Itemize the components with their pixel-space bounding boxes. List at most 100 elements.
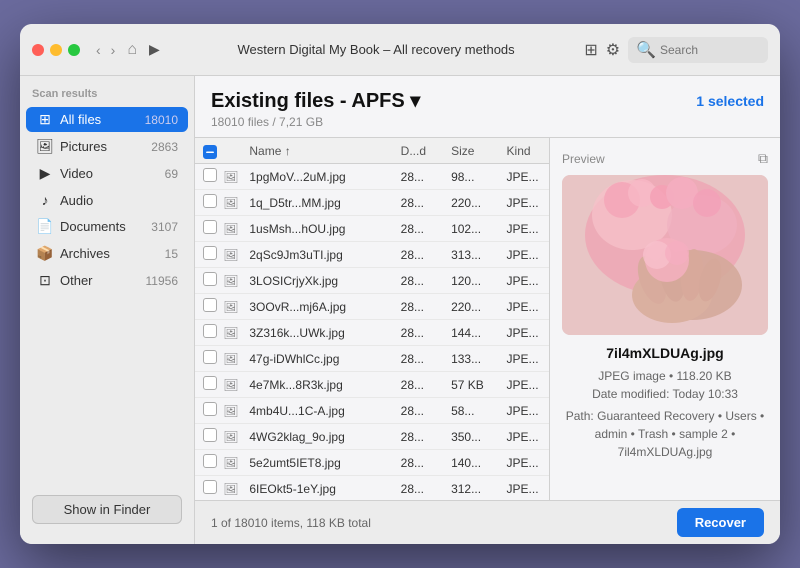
table-row[interactable]: 🖼 2qSc9Jm3uTI.jpg 28... 313... JPE... xyxy=(195,242,549,268)
table-row[interactable]: 🖼 4e7Mk...8R3k.jpg 28... 57 KB JPE... xyxy=(195,372,549,398)
row-checkbox[interactable] xyxy=(203,480,217,494)
row-checkbox-cell[interactable] xyxy=(195,190,221,216)
row-checkbox[interactable] xyxy=(203,376,217,390)
row-checkbox-cell[interactable] xyxy=(195,346,221,372)
search-input[interactable] xyxy=(660,43,760,57)
row-checkbox[interactable] xyxy=(203,428,217,442)
file-panel: Name ↑ D...d Size Kind 🖼 1pgMoV...2uM.jp… xyxy=(195,138,780,500)
sidebar-item-other[interactable]: ⊡ Other 11956 xyxy=(26,268,188,293)
file-icon-cell: 🖼 xyxy=(221,190,241,216)
table-row[interactable]: 🖼 4mb4U...1C-A.jpg 28... 58... JPE... xyxy=(195,398,549,424)
row-checkbox[interactable] xyxy=(203,168,217,182)
file-date: 28... xyxy=(393,190,443,216)
file-date: 28... xyxy=(393,164,443,190)
close-button[interactable] xyxy=(32,44,44,56)
file-name[interactable]: 1pgMoV...2uM.jpg xyxy=(241,164,392,190)
row-checkbox-cell[interactable] xyxy=(195,216,221,242)
sidebar-item-pictures[interactable]: 🖼 Pictures 2863 xyxy=(26,134,188,159)
row-checkbox[interactable] xyxy=(203,324,217,338)
maximize-button[interactable] xyxy=(68,44,80,56)
sidebar-item-audio[interactable]: ♪ Audio xyxy=(26,188,188,212)
col-header-icon xyxy=(221,138,241,164)
row-checkbox[interactable] xyxy=(203,272,217,286)
file-list-container[interactable]: Name ↑ D...d Size Kind 🖼 1pgMoV...2uM.jp… xyxy=(195,138,550,500)
row-checkbox[interactable] xyxy=(203,220,217,234)
file-type-icon: 🖼 xyxy=(223,274,238,288)
file-name[interactable]: 1q_D5tr...MM.jpg xyxy=(241,190,392,216)
col-header-size[interactable]: Size xyxy=(443,138,498,164)
row-checkbox-cell[interactable] xyxy=(195,242,221,268)
col-header-date[interactable]: D...d xyxy=(393,138,443,164)
row-checkbox[interactable] xyxy=(203,246,217,260)
back-button[interactable]: ‹ xyxy=(92,40,105,60)
row-checkbox[interactable] xyxy=(203,454,217,468)
file-name[interactable]: 3LOSICrjyXk.jpg xyxy=(241,268,392,294)
file-name[interactable]: 3OOvR...mj6A.jpg xyxy=(241,294,392,320)
preview-copy-icon[interactable]: ⧉ xyxy=(758,150,768,167)
table-row[interactable]: 🖼 47g-iDWhlCc.jpg 28... 133... JPE... xyxy=(195,346,549,372)
table-row[interactable]: 🖼 3OOvR...mj6A.jpg 28... 220... JPE... xyxy=(195,294,549,320)
sidebar: Scan results ⊞ All files 18010 🖼 Picture… xyxy=(20,76,195,544)
sidebar-item-documents[interactable]: 📄 Documents 3107 xyxy=(26,214,188,239)
file-type-icon: 🖼 xyxy=(223,378,238,392)
table-row[interactable]: 🖼 5e2umt5IET8.jpg 28... 140... JPE... xyxy=(195,450,549,476)
file-size: 350... xyxy=(443,424,498,450)
sidebar-item-video[interactable]: ▶ Video 69 xyxy=(26,161,188,186)
file-name[interactable]: 3Z316k...UWk.jpg xyxy=(241,320,392,346)
col-header-checkbox[interactable] xyxy=(195,138,221,164)
forward-button[interactable]: › xyxy=(107,40,120,60)
file-size: 120... xyxy=(443,268,498,294)
file-name[interactable]: 2qSc9Jm3uTI.jpg xyxy=(241,242,392,268)
view-button[interactable]: ⊞ xyxy=(584,40,597,60)
row-checkbox[interactable] xyxy=(203,298,217,312)
table-row[interactable]: 🖼 3Z316k...UWk.jpg 28... 144... JPE... xyxy=(195,320,549,346)
file-name[interactable]: 4mb4U...1C-A.jpg xyxy=(241,398,392,424)
play-button[interactable]: ▶ xyxy=(149,41,160,58)
col-header-kind[interactable]: Kind xyxy=(499,138,549,164)
row-checkbox-cell[interactable] xyxy=(195,268,221,294)
file-name[interactable]: 47g-iDWhlCc.jpg xyxy=(241,346,392,372)
recover-button[interactable]: Recover xyxy=(677,508,764,537)
row-checkbox-cell[interactable] xyxy=(195,294,221,320)
row-checkbox[interactable] xyxy=(203,350,217,364)
audio-icon: ♪ xyxy=(36,192,54,208)
minimize-button[interactable] xyxy=(50,44,62,56)
archives-icon: 📦 xyxy=(36,245,54,262)
table-row[interactable]: 🖼 4WG2klag_9o.jpg 28... 350... JPE... xyxy=(195,424,549,450)
row-checkbox-cell[interactable] xyxy=(195,476,221,501)
row-checkbox-cell[interactable] xyxy=(195,320,221,346)
table-row[interactable]: 🖼 6IEOkt5-1eY.jpg 28... 312... JPE... xyxy=(195,476,549,501)
table-row[interactable]: 🖼 1q_D5tr...MM.jpg 28... 220... JPE... xyxy=(195,190,549,216)
sidebar-item-all-files[interactable]: ⊞ All files 18010 xyxy=(26,107,188,132)
file-type-icon: 🖼 xyxy=(223,352,238,366)
preview-panel: Preview ⧉ xyxy=(550,138,780,500)
content-title-row: Existing files - APFS ▾ 1 selected xyxy=(211,88,764,113)
row-checkbox-cell[interactable] xyxy=(195,424,221,450)
file-name[interactable]: 5e2umt5IET8.jpg xyxy=(241,450,392,476)
row-checkbox[interactable] xyxy=(203,194,217,208)
file-icon-cell: 🖼 xyxy=(221,216,241,242)
content-header: Existing files - APFS ▾ 1 selected 18010… xyxy=(195,76,780,138)
home-button[interactable]: ⌂ xyxy=(127,41,137,59)
col-header-name[interactable]: Name ↑ xyxy=(241,138,392,164)
row-checkbox-cell[interactable] xyxy=(195,372,221,398)
row-checkbox-cell[interactable] xyxy=(195,450,221,476)
table-row[interactable]: 🖼 1usMsh...hOU.jpg 28... 102... JPE... xyxy=(195,216,549,242)
video-icon: ▶ xyxy=(36,165,54,182)
page-title: Existing files - APFS ▾ xyxy=(211,88,420,113)
file-name[interactable]: 4WG2klag_9o.jpg xyxy=(241,424,392,450)
row-checkbox-cell[interactable] xyxy=(195,164,221,190)
row-checkbox-cell[interactable] xyxy=(195,398,221,424)
row-checkbox[interactable] xyxy=(203,402,217,416)
filter-button[interactable]: ⚙ xyxy=(606,40,620,60)
sidebar-item-label: Audio xyxy=(60,193,172,208)
table-row[interactable]: 🖼 3LOSICrjyXk.jpg 28... 120... JPE... xyxy=(195,268,549,294)
sidebar-item-archives[interactable]: 📦 Archives 15 xyxy=(26,241,188,266)
file-name[interactable]: 6IEOkt5-1eY.jpg xyxy=(241,476,392,501)
select-all-checkbox[interactable] xyxy=(203,145,217,159)
file-name[interactable]: 4e7Mk...8R3k.jpg xyxy=(241,372,392,398)
show-in-finder-button[interactable]: Show in Finder xyxy=(32,495,182,524)
file-name[interactable]: 1usMsh...hOU.jpg xyxy=(241,216,392,242)
file-date: 28... xyxy=(393,216,443,242)
table-row[interactable]: 🖼 1pgMoV...2uM.jpg 28... 98... JPE... xyxy=(195,164,549,190)
